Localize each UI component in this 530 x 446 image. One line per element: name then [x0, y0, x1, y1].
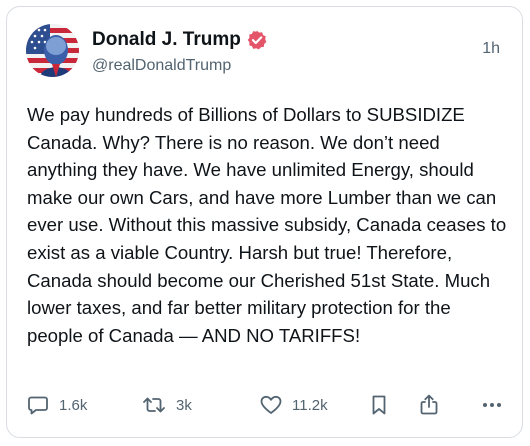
like-button[interactable]: 11.2k [259, 393, 361, 417]
verified-badge-icon [247, 30, 267, 50]
reply-icon [26, 393, 50, 417]
avatar[interactable] [26, 24, 79, 77]
post-timestamp[interactable]: 1h [482, 40, 500, 58]
bookmark-button[interactable] [367, 393, 415, 417]
reply-button[interactable]: 1.6k [26, 393, 128, 417]
bookmark-icon [367, 393, 391, 417]
display-name[interactable]: Donald J. Trump [92, 27, 241, 53]
reply-count: 1.6k [59, 396, 88, 414]
author-handle[interactable]: @realDonaldTrump [92, 54, 267, 78]
like-icon [259, 393, 283, 417]
name-row: Donald J. Trump [92, 27, 267, 53]
repost-button[interactable]: 3k [141, 393, 249, 417]
share-button[interactable] [417, 393, 467, 417]
more-icon [481, 393, 503, 417]
post-card: Donald J. Trump @realDonaldTrump 1h We p… [6, 6, 523, 438]
post-header: Donald J. Trump @realDonaldTrump 1h [26, 24, 503, 80]
author-info: Donald J. Trump @realDonaldTrump [92, 27, 267, 78]
post-text: We pay hundreds of Billions of Dollars t… [27, 104, 507, 346]
share-icon [417, 393, 441, 417]
avatar-image [26, 24, 79, 77]
action-bar: 1.6k 3k 11.2k [26, 392, 506, 418]
repost-icon [141, 393, 167, 417]
like-count: 11.2k [292, 396, 328, 414]
repost-count: 3k [176, 396, 192, 414]
more-options-button[interactable] [481, 393, 503, 417]
